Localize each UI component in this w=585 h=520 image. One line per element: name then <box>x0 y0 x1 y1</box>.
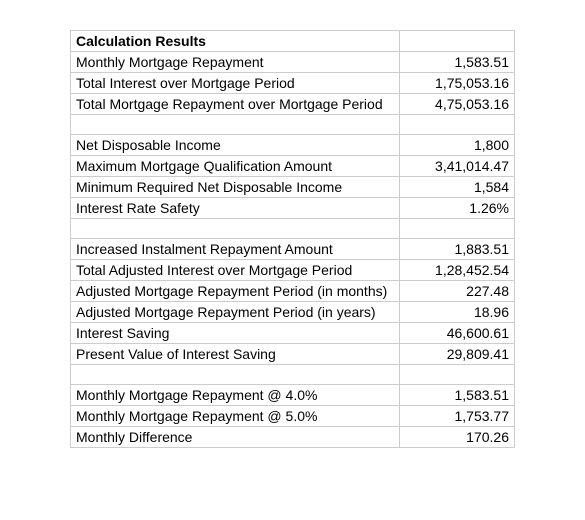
blank-cell <box>400 365 515 385</box>
table-row: Interest Saving46,600.61 <box>71 323 515 344</box>
blank-cell <box>400 219 515 239</box>
table-row: Monthly Mortgage Repayment1,583.51 <box>71 52 515 73</box>
row-label: Interest Rate Safety <box>71 198 400 219</box>
row-label: Maximum Mortgage Qualification Amount <box>71 156 400 177</box>
row-label: Present Value of Interest Saving <box>71 344 400 365</box>
row-value: 46,600.61 <box>400 323 515 344</box>
row-label: Monthly Mortgage Repayment @ 5.0% <box>71 406 400 427</box>
table-row: Net Disposable Income1,800 <box>71 135 515 156</box>
row-label: Adjusted Mortgage Repayment Period (in y… <box>71 302 400 323</box>
row-label: Total Mortgage Repayment over Mortgage P… <box>71 94 400 115</box>
table-row: Monthly Mortgage Repayment @ 4.0%1,583.5… <box>71 385 515 406</box>
table-row: Monthly Difference170.26 <box>71 427 515 448</box>
table-row: Increased Instalment Repayment Amount1,8… <box>71 239 515 260</box>
blank-cell <box>71 115 400 135</box>
table-row: Maximum Mortgage Qualification Amount3,4… <box>71 156 515 177</box>
row-value: 3,41,014.47 <box>400 156 515 177</box>
row-value: 29,809.41 <box>400 344 515 365</box>
table-row: Adjusted Mortgage Repayment Period (in m… <box>71 281 515 302</box>
row-value: 1,800 <box>400 135 515 156</box>
table-row: Interest Rate Safety1.26% <box>71 198 515 219</box>
table-row: Monthly Mortgage Repayment @ 5.0%1,753.7… <box>71 406 515 427</box>
table-row: Present Value of Interest Saving29,809.4… <box>71 344 515 365</box>
row-label: Total Interest over Mortgage Period <box>71 73 400 94</box>
table-title: Calculation Results <box>71 31 400 52</box>
table-row: Total Adjusted Interest over Mortgage Pe… <box>71 260 515 281</box>
row-label: Interest Saving <box>71 323 400 344</box>
row-value: 1,753.77 <box>400 406 515 427</box>
row-value: 4,75,053.16 <box>400 94 515 115</box>
row-label: Minimum Required Net Disposable Income <box>71 177 400 198</box>
blank-cell <box>71 365 400 385</box>
table-row: Adjusted Mortgage Repayment Period (in y… <box>71 302 515 323</box>
blank-cell <box>71 219 400 239</box>
row-label: Net Disposable Income <box>71 135 400 156</box>
row-value: 227.48 <box>400 281 515 302</box>
row-value: 1,584 <box>400 177 515 198</box>
row-label: Monthly Mortgage Repayment @ 4.0% <box>71 385 400 406</box>
table-row: Total Interest over Mortgage Period1,75,… <box>71 73 515 94</box>
row-value: 18.96 <box>400 302 515 323</box>
row-value: 170.26 <box>400 427 515 448</box>
row-label: Monthly Difference <box>71 427 400 448</box>
calculation-results-table: Calculation ResultsMonthly Mortgage Repa… <box>70 30 515 448</box>
row-value: 1,583.51 <box>400 52 515 73</box>
row-value: 1,28,452.54 <box>400 260 515 281</box>
row-label: Total Adjusted Interest over Mortgage Pe… <box>71 260 400 281</box>
blank-cell <box>400 115 515 135</box>
row-label: Adjusted Mortgage Repayment Period (in m… <box>71 281 400 302</box>
row-value: 1.26% <box>400 198 515 219</box>
blank-cell <box>400 31 515 52</box>
row-label: Monthly Mortgage Repayment <box>71 52 400 73</box>
row-label: Increased Instalment Repayment Amount <box>71 239 400 260</box>
row-value: 1,75,053.16 <box>400 73 515 94</box>
row-value: 1,583.51 <box>400 385 515 406</box>
table-row: Minimum Required Net Disposable Income1,… <box>71 177 515 198</box>
table-row: Total Mortgage Repayment over Mortgage P… <box>71 94 515 115</box>
row-value: 1,883.51 <box>400 239 515 260</box>
